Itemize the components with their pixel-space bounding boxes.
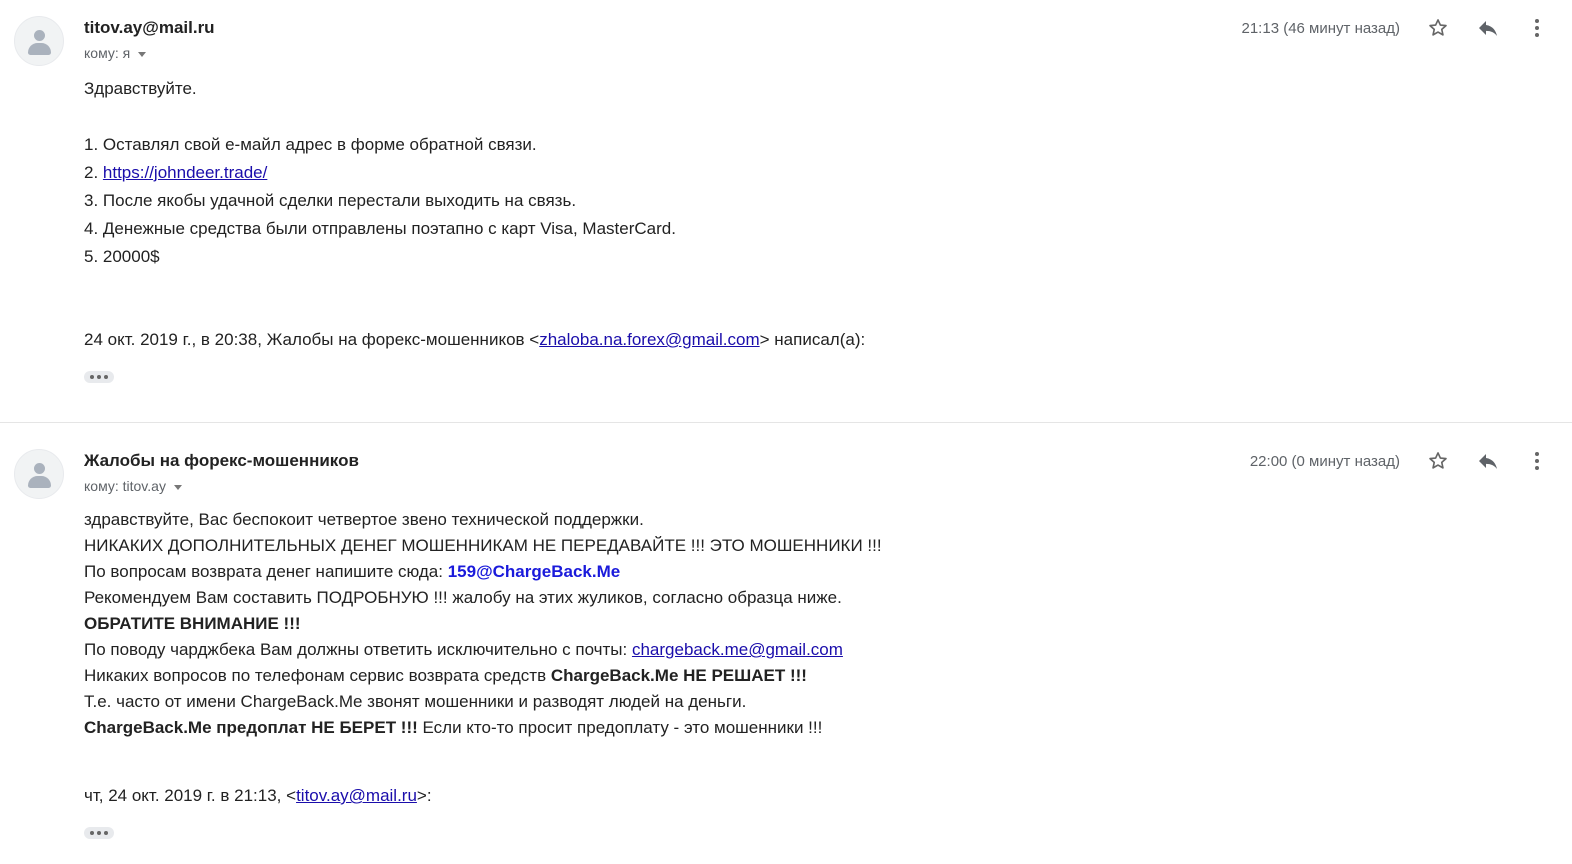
list-item: 5. 20000$ (84, 247, 160, 266)
list-item: 2. https://johndeer.trade/ (84, 163, 268, 182)
message-body: здравствуйте, Вас беспокоит четвертое зв… (84, 507, 882, 741)
body-line: здравствуйте, Вас беспокоит четвертое зв… (84, 510, 644, 529)
body-line: Т.е. часто от имени ChargeBack.Me звонят… (84, 692, 747, 711)
quote-header: чт, 24 окт. 2019 г. в 21:13, <titov.ay@m… (84, 786, 432, 805)
recipient-label: кому: я (84, 45, 131, 61)
person-icon (34, 463, 45, 474)
quoted-email-link[interactable]: zhaloba.na.forex@gmail.com (539, 330, 759, 349)
timestamp: 21:13 (46 минут назад) (1241, 20, 1401, 37)
body-line: НИКАКИХ ДОПОЛНИТЕЛЬНЫХ ДЕНЕГ МОШЕННИКАМ … (84, 536, 882, 555)
star-icon (1429, 452, 1447, 469)
ellipsis-icon (90, 375, 94, 379)
reply-icon (1479, 454, 1497, 469)
body-line: По вопросам возврата денег напишите сюда… (84, 562, 621, 581)
recipient-label: кому: titov.ay (84, 478, 166, 494)
list-item: 4. Денежные средства были отправлены поэ… (84, 219, 676, 238)
sender-name[interactable]: Жалобы на форекс-мошенников (84, 451, 359, 471)
star-button[interactable] (1424, 447, 1452, 475)
star-icon (1429, 19, 1447, 36)
ellipsis-icon (90, 831, 94, 835)
body-line: Рекомендуем Вам составить ПОДРОБНУЮ !!! … (84, 588, 842, 607)
recipient-details-toggle[interactable]: кому: я (84, 45, 147, 61)
quoted-email-link[interactable]: titov.ay@mail.ru (296, 786, 417, 805)
list-item: 1. Оставлял свой е-майл адрес в форме об… (84, 135, 537, 154)
timestamp: 22:00 (0 минут назад) (1249, 453, 1400, 470)
quote-header: 24 окт. 2019 г., в 20:38, Жалобы на форе… (84, 330, 866, 349)
gmail-address-link[interactable]: chargeback.me@gmail.com (632, 640, 843, 659)
reply-icon (1479, 21, 1497, 36)
star-button[interactable] (1424, 14, 1452, 42)
avatar (14, 16, 64, 66)
email-message-2: Жалобы на форекс-мошенников кому: titov.… (0, 423, 1572, 864)
body-line: ОБРАТИТЕ ВНИМАНИЕ !!! (84, 614, 301, 633)
more-vert-icon (1535, 19, 1539, 37)
avatar (14, 449, 64, 499)
list-item: 3. После якобы удачной сделки перестали … (84, 191, 577, 210)
show-trimmed-content-button[interactable] (84, 827, 114, 839)
sender-name[interactable]: titov.ay@mail.ru (84, 18, 215, 38)
body-line: По поводу чарджбека Вам должны ответить … (84, 640, 843, 659)
reply-button[interactable] (1474, 14, 1502, 42)
greeting: Здравствуйте. (84, 79, 197, 98)
website-link[interactable]: https://johndeer.trade/ (103, 163, 267, 182)
caret-down-icon (138, 51, 147, 57)
recipient-details-toggle[interactable]: кому: titov.ay (84, 478, 182, 494)
more-vert-icon (1535, 452, 1539, 470)
reply-button[interactable] (1474, 447, 1502, 475)
show-trimmed-content-button[interactable] (84, 371, 114, 383)
body-line: ChargeBack.Me предоплат НЕ БЕРЕТ !!! Есл… (84, 718, 823, 737)
person-icon (34, 30, 45, 41)
more-options-button[interactable] (1523, 14, 1551, 42)
body-line: Никаких вопросов по телефонам сервис воз… (84, 666, 807, 685)
email-message-1: titov.ay@mail.ru кому: я 21:13 (46 минут… (0, 0, 1572, 423)
caret-down-icon (173, 484, 182, 490)
message-body: Здравствуйте. 1. Оставлял свой е-майл ад… (84, 75, 676, 271)
more-options-button[interactable] (1523, 447, 1551, 475)
chargeback-email-link[interactable]: 159@ChargeBack.Me (448, 562, 621, 581)
